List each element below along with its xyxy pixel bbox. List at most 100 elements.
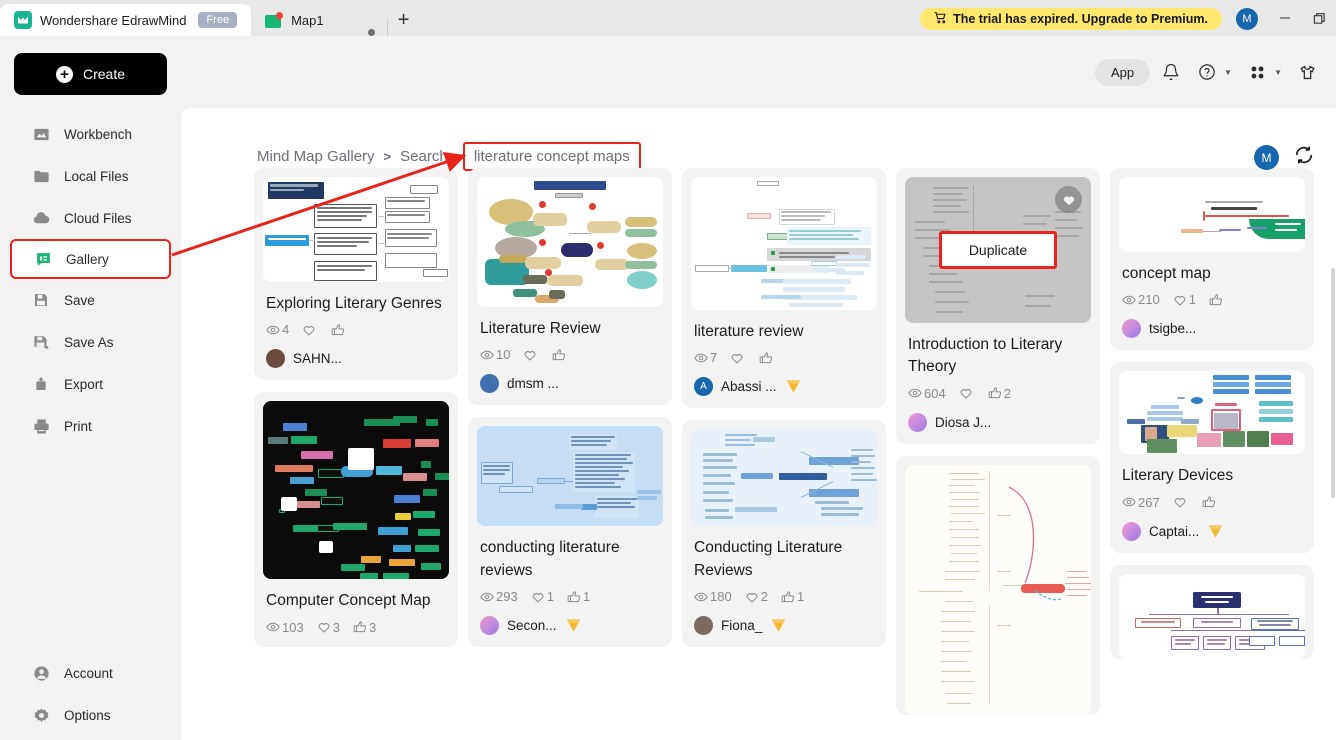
card-title: Literature Review	[480, 320, 601, 337]
sidebar-item-account[interactable]: Account	[0, 652, 181, 694]
thumbs-stat[interactable]: 1	[567, 589, 590, 604]
gallery-card[interactable]: Exploring Literary Genres 4 SAHN...	[254, 168, 458, 381]
gallery-card-hovered[interactable]: Duplicate Introduction to Literary Theor…	[896, 168, 1100, 444]
sidebar-item-cloud-files[interactable]: Cloud Files	[0, 197, 181, 239]
card-author[interactable]: Captai...	[1122, 521, 1302, 541]
gallery-card[interactable]	[1110, 564, 1314, 659]
views-stat: 10	[480, 347, 510, 362]
card-title: Computer Concept Map	[266, 592, 431, 610]
sidebar-item-gallery[interactable]: Gallery	[10, 239, 171, 279]
gallery-card[interactable]: Computer Concept Map 103 3 3	[254, 392, 458, 647]
views-count: 4	[282, 322, 290, 338]
thumbs-stat[interactable]	[331, 323, 347, 337]
sidebar-item-label: Cloud Files	[64, 210, 132, 226]
sidebar-item-workbench[interactable]: Workbench	[0, 113, 181, 155]
sidebar-item-label: Print	[64, 418, 92, 434]
breadcrumb: Mind Map Gallery > Search: literature co…	[257, 142, 641, 171]
author-name: Captai...	[1149, 523, 1200, 539]
sidebar-item-options[interactable]: Options	[0, 694, 181, 736]
window-controls	[1268, 4, 1336, 32]
avatar[interactable]: M	[1236, 8, 1258, 30]
likes-stat[interactable]: 1	[531, 589, 554, 604]
gallery-card[interactable]	[896, 455, 1100, 715]
gallery-card[interactable]: Conducting Literature Reviews 180 2 1 Fi…	[682, 420, 886, 648]
minimize-button[interactable]	[1268, 4, 1302, 32]
gallery-content-panel: Mind Map Gallery > Search: literature co…	[181, 108, 1336, 740]
sidebar-item-save-as[interactable]: Save As	[0, 321, 181, 363]
breadcrumb-root[interactable]: Mind Map Gallery	[257, 148, 375, 165]
card-author[interactable]: Secon...	[480, 616, 660, 636]
card-author[interactable]: A Abassi ...	[694, 377, 874, 397]
help-circle-icon[interactable]	[1192, 57, 1222, 87]
sidebar-item-label: Workbench	[64, 126, 133, 142]
thumbs-up-icon	[759, 352, 773, 364]
bell-icon[interactable]	[1156, 57, 1186, 87]
likes-stat[interactable]: 1	[1173, 292, 1196, 307]
sidebar-item-label: Options	[64, 707, 111, 723]
card-author[interactable]: tsigbe...	[1122, 319, 1302, 339]
likes-stat[interactable]	[1173, 495, 1189, 509]
eye-icon	[480, 350, 494, 360]
author-name: Diosa J...	[935, 414, 992, 430]
card-thumbnail	[905, 464, 1091, 715]
card-stats: 604 2	[908, 386, 1088, 401]
thumbs-stat[interactable]	[1202, 495, 1218, 509]
card-title: Exploring Literary Genres	[266, 295, 442, 312]
card-author[interactable]: dmsm ...	[480, 374, 660, 394]
card-title: literature review	[694, 323, 804, 340]
thumbs-stat[interactable]	[1209, 293, 1225, 307]
card-author[interactable]: Diosa J...	[908, 412, 1088, 432]
likes-stat[interactable]: 2	[745, 589, 768, 604]
thumbs-up-icon	[353, 621, 366, 633]
tab-map1-label: Map1	[291, 12, 324, 28]
likes-stat[interactable]	[730, 351, 746, 365]
gallery-card[interactable]: Literary Devices 267 Captai...	[1110, 362, 1314, 553]
gallery-card[interactable]: conducting literature reviews 293 1 1 Se…	[468, 417, 672, 648]
app-switch-button[interactable]: App	[1095, 58, 1151, 86]
thumbs-stat[interactable]	[759, 351, 775, 365]
chevron-down-icon[interactable]: ▼	[1224, 68, 1232, 77]
likes-stat[interactable]: 3	[317, 620, 340, 635]
apps-grid-icon[interactable]	[1242, 57, 1272, 87]
sidebar-item-export[interactable]: Export	[0, 363, 181, 405]
likes-stat[interactable]	[523, 348, 539, 362]
card-thumbnail: Duplicate	[905, 177, 1091, 323]
card-thumbnail	[477, 177, 663, 307]
views-count: 210	[1138, 292, 1160, 308]
search-input[interactable]: literature concept maps	[462, 142, 641, 171]
premium-diamond-icon	[785, 379, 802, 394]
sidebar-nav: Workbench Local Files Cloud Files Galler…	[0, 113, 181, 447]
unsaved-indicator-dot	[367, 29, 375, 36]
avatar[interactable]: M	[1254, 145, 1279, 170]
vertical-scrollbar[interactable]	[1331, 268, 1335, 498]
gallery-card[interactable]: Literature Review 10 dmsm ...	[468, 168, 672, 406]
maximize-restore-button[interactable]	[1302, 4, 1336, 32]
trial-expired-banner[interactable]: The trial has expired. Upgrade to Premiu…	[920, 8, 1222, 30]
sidebar-item-local-files[interactable]: Local Files	[0, 155, 181, 197]
new-tab-button[interactable]: +	[388, 4, 420, 36]
thumbs-stat[interactable]: 2	[988, 386, 1011, 401]
refresh-icon[interactable]	[1293, 144, 1315, 171]
likes-stat[interactable]	[959, 386, 975, 400]
card-title: Conducting Literature Reviews	[694, 539, 843, 579]
shirt-icon[interactable]	[1292, 57, 1322, 87]
chevron-down-icon-2[interactable]: ▼	[1274, 68, 1282, 77]
thumbs-stat[interactable]	[552, 348, 568, 362]
tab-map1[interactable]: Map1	[251, 4, 338, 36]
create-button[interactable]: + Create	[14, 53, 167, 95]
premium-diamond-icon	[565, 618, 582, 633]
card-author[interactable]: SAHN...	[266, 349, 446, 369]
sidebar-item-label: Account	[64, 665, 113, 681]
thumbs-stat[interactable]: 1	[781, 589, 804, 604]
thumbs-stat[interactable]: 3	[353, 620, 376, 635]
eye-icon	[1122, 295, 1136, 305]
gallery-card[interactable]: concept map 210 1 tsigbe...	[1110, 168, 1314, 351]
card-author[interactable]: Fiona_	[694, 616, 874, 636]
favorite-heart-button[interactable]	[1055, 186, 1082, 213]
likes-stat[interactable]	[302, 323, 318, 337]
duplicate-button[interactable]: Duplicate	[939, 231, 1057, 269]
sidebar-item-save[interactable]: Save	[0, 279, 181, 321]
tab-app-main[interactable]: Wondershare EdrawMind Free	[0, 4, 252, 36]
sidebar-item-print[interactable]: Print	[0, 405, 181, 447]
gallery-card[interactable]: literature review 7 A Abassi ...	[682, 168, 886, 409]
